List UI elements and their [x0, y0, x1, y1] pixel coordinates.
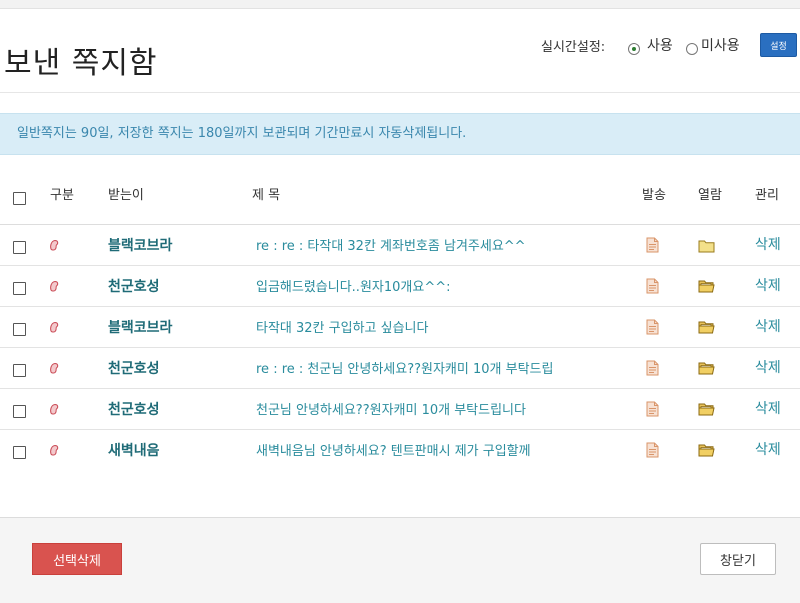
sent-message-icon — [50, 280, 59, 292]
sent-document-icon — [646, 319, 659, 335]
select-all-checkbox[interactable] — [13, 192, 26, 205]
row-divider — [0, 306, 800, 307]
top-edge — [0, 0, 800, 9]
header-sent: 발송 — [642, 188, 666, 203]
realtime-use-label[interactable]: 사용 — [647, 35, 673, 55]
header-manage: 관리 — [755, 188, 779, 203]
message-subject-link[interactable]: 타작대 32칸 구입하고 싶습니다 — [256, 317, 428, 336]
folder-open-icon — [698, 280, 715, 293]
recipient-name[interactable]: 천군호성 — [108, 399, 160, 419]
close-window-button[interactable]: 창닫기 — [700, 543, 776, 575]
row-divider — [0, 347, 800, 348]
message-subject-link[interactable]: re : re : 타작대 32칸 계좌번호좀 남겨주세요^^ — [256, 235, 526, 254]
delete-link[interactable]: 삭제 — [755, 234, 781, 254]
delete-link[interactable]: 삭제 — [755, 316, 781, 336]
sent-message-icon — [50, 444, 59, 456]
delete-link[interactable]: 삭제 — [755, 357, 781, 377]
sent-document-icon — [646, 401, 659, 417]
row-checkbox[interactable] — [13, 282, 26, 295]
row-checkbox[interactable] — [13, 364, 26, 377]
sent-message-icon — [50, 321, 59, 333]
folder-open-icon — [698, 444, 715, 457]
row-checkbox[interactable] — [13, 241, 26, 254]
row-divider — [0, 265, 800, 266]
notice-banner: 일반쪽지는 90일, 저장한 쪽지는 180일까지 보관되며 기간만료시 자동삭… — [0, 113, 800, 155]
sent-message-icon — [50, 239, 59, 251]
row-checkbox[interactable] — [13, 323, 26, 336]
recipient-name[interactable]: 블랙코브라 — [108, 235, 172, 255]
realtime-use-radio[interactable] — [628, 43, 640, 55]
page-title: 보낸 쪽지함 — [4, 46, 158, 81]
realtime-off-label[interactable]: 미사용 — [701, 35, 740, 55]
sent-document-icon — [646, 360, 659, 376]
delete-selected-button[interactable]: 선택삭제 — [32, 543, 122, 575]
divider — [0, 92, 800, 93]
header-recipient: 받는이 — [108, 188, 144, 203]
row-checkbox[interactable] — [13, 405, 26, 418]
delete-link[interactable]: 삭제 — [755, 398, 781, 418]
sent-document-icon — [646, 237, 659, 253]
folder-open-icon — [698, 321, 715, 334]
recipient-name[interactable]: 새벽내음 — [108, 440, 160, 460]
realtime-set-button[interactable]: 설정 — [760, 33, 797, 57]
delete-link[interactable]: 삭제 — [755, 275, 781, 295]
message-subject-link[interactable]: 새벽내음님 안녕하세요? 텐트판매시 제가 구입할께 — [256, 440, 531, 459]
folder-closed-icon — [698, 240, 715, 253]
folder-open-icon — [698, 403, 715, 416]
recipient-name[interactable]: 천군호성 — [108, 358, 160, 378]
header-subject: 제 목 — [252, 188, 281, 203]
header-read: 열람 — [698, 188, 722, 203]
realtime-off-radio[interactable] — [686, 43, 698, 55]
message-subject-link[interactable]: 천군님 안녕하세요??원자캐미 10개 부탁드립니다 — [256, 399, 526, 418]
row-checkbox[interactable] — [13, 446, 26, 459]
recipient-name[interactable]: 천군호성 — [108, 276, 160, 296]
row-divider — [0, 429, 800, 430]
sent-message-icon — [50, 362, 59, 374]
folder-open-icon — [698, 362, 715, 375]
header-divider — [0, 224, 800, 225]
realtime-label: 실시간설정: — [541, 40, 606, 55]
message-subject-link[interactable]: 입금해드렸습니다..원자10개요^^: — [256, 276, 451, 295]
header-type: 구분 — [50, 188, 74, 203]
recipient-name[interactable]: 블랙코브라 — [108, 317, 172, 337]
delete-link[interactable]: 삭제 — [755, 439, 781, 459]
message-subject-link[interactable]: re : re : 천군님 안녕하세요??원자캐미 10개 부탁드립 — [256, 358, 553, 377]
row-divider — [0, 388, 800, 389]
sent-document-icon — [646, 278, 659, 294]
sent-message-icon — [50, 403, 59, 415]
sent-document-icon — [646, 442, 659, 458]
